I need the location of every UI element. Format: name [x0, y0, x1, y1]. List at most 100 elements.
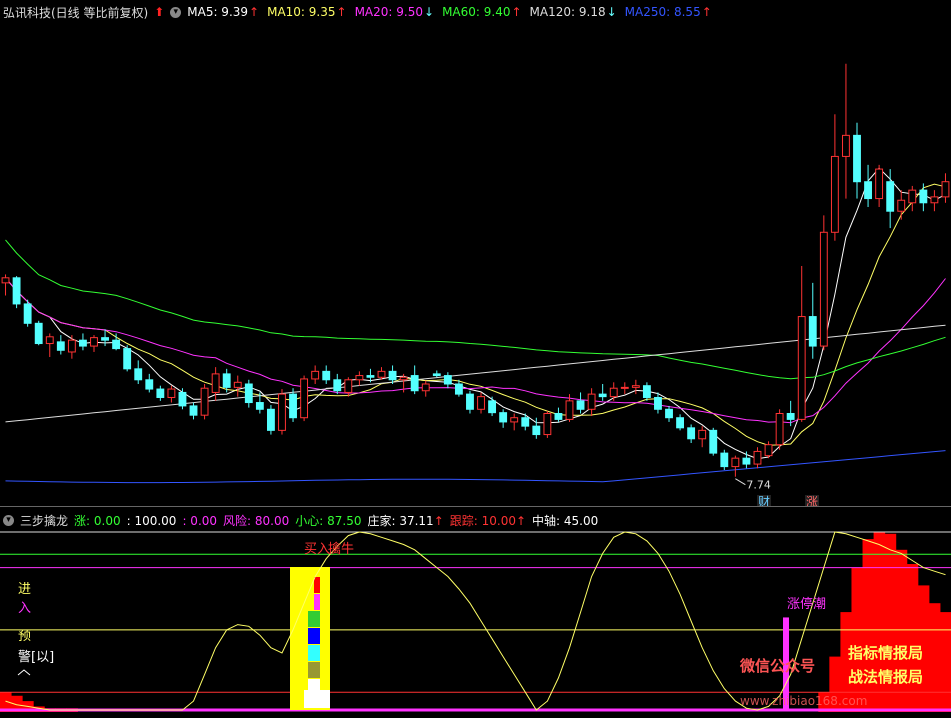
- candle-body: [532, 425, 541, 436]
- ma-legend-item: MA250: 8.55: [624, 5, 701, 19]
- indicator-legend: ▾ 三步擒龙 涨: 0.00: 100.00: 0.00 风险: 80.00 小心:…: [0, 509, 604, 531]
- candle-body: [443, 375, 452, 385]
- label-enter-b: 入: [18, 601, 32, 616]
- candle-body: [543, 413, 552, 436]
- indicator-value: 跟踪: 10.00: [449, 513, 516, 528]
- ma-legend-item: MA120: 9.18: [529, 5, 606, 19]
- indicator-chart[interactable]: [0, 530, 951, 718]
- candle-body: [830, 155, 839, 233]
- tracking-bar: [928, 603, 941, 712]
- candle-body: [454, 383, 463, 395]
- candle-body: [698, 429, 707, 440]
- zhuangjia-line: [5, 531, 946, 711]
- pane-separator[interactable]: [0, 506, 951, 507]
- candle-body: [731, 457, 740, 468]
- candle-body: [676, 417, 685, 429]
- candle-body: [300, 378, 309, 419]
- candle-body: [377, 370, 386, 378]
- candle-body: [278, 393, 286, 431]
- candle-body: [642, 385, 651, 398]
- indicator-value: 风险: 80.00: [223, 513, 290, 528]
- ma-line-ma250: [5, 450, 946, 484]
- candle-body: [289, 393, 297, 419]
- indicator-value: 中轴: 45.00: [532, 513, 599, 528]
- candle-body: [266, 408, 275, 431]
- candle-body: [587, 393, 596, 410]
- indicator-value: : 100.00: [126, 513, 177, 528]
- label-enter-a: 进: [18, 582, 32, 597]
- pin-up-icon[interactable]: ⬆: [154, 5, 164, 19]
- signal-stack-segment: [308, 645, 320, 661]
- indicator-values: 涨: 0.00: 100.00: 0.00 风险: 80.00 小心: 87.50 庄…: [74, 512, 604, 529]
- candle-body: [67, 339, 76, 353]
- watermark-url: www.zhibiao168.com: [740, 694, 868, 708]
- candle-body: [200, 387, 209, 416]
- candle-body: [753, 450, 762, 465]
- trend-arrow-icon: ↓: [424, 5, 435, 19]
- candle-body: [211, 373, 220, 393]
- candle-body: [797, 316, 806, 420]
- candle-body: [432, 373, 441, 377]
- event-badge: 财: [758, 495, 770, 506]
- candle-body: [510, 417, 519, 423]
- candle-body: [311, 370, 320, 380]
- candle-body: [499, 412, 508, 423]
- candle-body: [554, 413, 563, 420]
- indicator-value: : 0.00: [182, 513, 218, 528]
- candle-body: [355, 375, 364, 381]
- candle-body: [145, 379, 154, 390]
- dropdown-icon[interactable]: ▾: [3, 514, 14, 526]
- candle-body: [853, 134, 861, 183]
- tracking-bar: [895, 549, 908, 712]
- candle-body: [45, 336, 54, 345]
- signal-stack-segment: [314, 594, 320, 610]
- candle-body: [687, 427, 696, 440]
- candle-body: [886, 181, 895, 212]
- label-warn-a: 预: [18, 629, 32, 644]
- candle-body: [189, 405, 198, 416]
- candle-body: [112, 339, 121, 350]
- candle-body: [941, 181, 950, 198]
- trend-arrow-icon: ↓: [606, 5, 617, 19]
- signal-stack-segment: [314, 577, 320, 593]
- candle-body: [34, 322, 43, 345]
- candle-body: [23, 303, 32, 324]
- candle-body: [222, 373, 231, 388]
- indicator-value: 涨: 0.00: [74, 513, 121, 528]
- price-chart[interactable]: 7.74 财 涨: [0, 22, 951, 506]
- candle-body: [631, 385, 640, 388]
- candle-body: [333, 379, 342, 392]
- candle-body: [90, 337, 98, 347]
- candle-body: [123, 348, 132, 370]
- candle-body: [12, 277, 21, 305]
- ma-legend-item: MA10: 9.35: [267, 5, 336, 19]
- candle-body: [167, 388, 176, 398]
- candle-body: [521, 417, 530, 427]
- candle-body: [421, 383, 430, 392]
- low-price-label: 7.74: [746, 479, 771, 492]
- signal-stack-segment: [308, 662, 320, 678]
- candle-body: [233, 381, 242, 388]
- ma-list: MA5: 9.39↑ MA10: 9.35↑ MA20: 9.50↓ MA60: 9.…: [187, 5, 720, 19]
- candle-body: [598, 393, 607, 398]
- candle-body: [101, 337, 109, 341]
- trend-arrow-icon: ↑: [433, 513, 444, 528]
- low-price-pointer: [735, 478, 746, 486]
- trend-arrow-icon: ↑: [511, 5, 522, 19]
- candle-body: [775, 413, 784, 446]
- candle-body: [410, 375, 419, 392]
- candle-body: [842, 134, 850, 157]
- candle-body: [466, 393, 474, 410]
- watermark-right-top: 指标情报局: [848, 644, 924, 662]
- candle-body: [79, 339, 87, 347]
- candle-body: [819, 231, 828, 347]
- candle-body: [255, 402, 264, 410]
- warn-marker-icon: [17, 669, 31, 676]
- candle-body: [620, 386, 629, 389]
- dropdown-icon[interactable]: ▾: [170, 6, 182, 18]
- candle-body: [56, 341, 65, 351]
- candle-body: [388, 370, 397, 381]
- candle-body: [930, 196, 939, 204]
- trend-arrow-icon: ↑: [701, 5, 712, 19]
- candle-body: [764, 444, 773, 457]
